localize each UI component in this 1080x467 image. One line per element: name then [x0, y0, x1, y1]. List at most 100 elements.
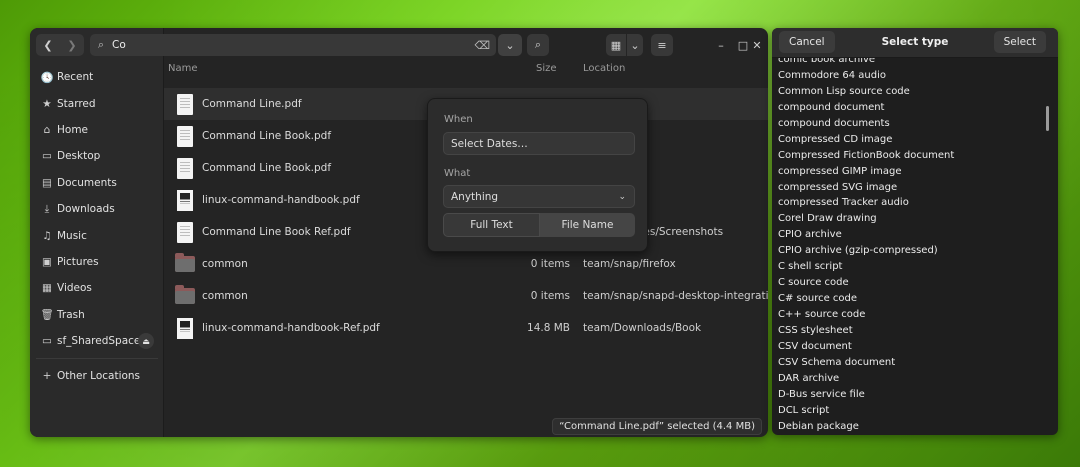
sidebar-item-label: Trash — [57, 308, 85, 321]
headerbar: ❮ ❯ ⌕ ⌫ ⌄ ⌕ ▦ ⌄ ≡ – □ ✕ — [30, 28, 768, 62]
chevron-right-icon: ❯ — [67, 38, 77, 52]
what-dropdown[interactable]: Anything ⌄ — [443, 185, 635, 208]
sidebar-item-starred[interactable]: ★ Starred — [30, 90, 164, 116]
list-item[interactable]: Compressed CD image — [772, 132, 1058, 148]
select-button[interactable]: Select — [993, 31, 1046, 53]
list-item[interactable]: DAR archive — [772, 371, 1058, 387]
star-icon: ★ — [42, 97, 52, 110]
clock-icon: 🕓 — [40, 71, 54, 84]
desktop-icon: ▭ — [42, 150, 52, 163]
list-item[interactable]: compressed Tracker audio — [772, 195, 1058, 211]
clear-search-icon[interactable]: ⌫ — [474, 39, 490, 52]
sidebar-item-documents[interactable]: ▤ Documents — [30, 170, 164, 196]
grid-view-button[interactable]: ▦ — [606, 34, 626, 56]
search-box: ⌕ ⌫ — [90, 34, 496, 56]
sidebar-item-label: sf_SharedSpace — [57, 335, 141, 348]
sidebar-list: 🕓 Recent ★ Starred ⌂ Home ▭ Desktop ▤ Documents ⤓ D… — [30, 64, 164, 390]
sidebar-item-label: Pictures — [57, 255, 99, 268]
list-item[interactable]: CSV document — [772, 339, 1058, 355]
home-icon: ⌂ — [43, 123, 51, 136]
view-options-button[interactable]: ⌄ — [627, 34, 643, 56]
search-toggle-button[interactable]: ⌕ — [527, 34, 549, 56]
file-name-toggle[interactable]: File Name — [540, 213, 635, 237]
list-item[interactable]: compressed GIMP image — [772, 164, 1058, 180]
sidebar-item-label: Documents — [57, 176, 117, 189]
table-row[interactable]: linux-command-handbook-Ref.pdf 14.8 MB tea… — [164, 312, 768, 344]
search-filter-popover: When Select Dates… What Anything ⌄ Full … — [427, 98, 648, 252]
table-row[interactable]: common 0 items team/snap/snapd-desktop-int… — [164, 280, 768, 312]
chevron-down-icon: ⌄ — [630, 38, 640, 52]
file-name: common — [202, 290, 248, 302]
sidebar: 🕓 Recent ★ Starred ⌂ Home ▭ Desktop ▤ Documents ⤓ D… — [30, 28, 164, 437]
sidebar-item-label: Music — [57, 229, 87, 242]
list-item[interactable]: C shell script — [772, 259, 1058, 275]
file-name: common — [202, 258, 248, 270]
search-filter-button[interactable]: ⌄ — [498, 34, 522, 56]
list-item[interactable]: C# source code — [772, 291, 1058, 307]
list-item[interactable]: Compressed FictionBook document — [772, 148, 1058, 164]
scrollbar[interactable] — [1046, 106, 1049, 131]
sidebar-item-label: Desktop — [57, 150, 101, 163]
file-name: Command Line Book.pdf — [202, 130, 332, 142]
sidebar-item-trash[interactable]: 🗑 Trash — [30, 302, 164, 328]
list-item[interactable]: compressed SVG image — [772, 180, 1058, 196]
column-header-size[interactable]: Size — [536, 63, 557, 77]
folder-icon — [175, 253, 195, 272]
pdf-file-icon — [177, 157, 193, 179]
column-header-location[interactable]: Location — [583, 63, 625, 77]
sidebar-separator — [36, 358, 158, 360]
back-button[interactable]: ❮ — [36, 34, 60, 56]
list-item[interactable]: C++ source code — [772, 307, 1058, 323]
menu-button[interactable]: ≡ — [651, 34, 673, 56]
search-input[interactable] — [112, 39, 462, 51]
sidebar-item-music[interactable]: ♫ Music — [30, 222, 164, 248]
maximize-icon: □ — [737, 38, 749, 52]
chevron-down-icon: ⌄ — [505, 38, 515, 52]
search-mode-toggle: Full Text File Name — [443, 213, 635, 237]
sidebar-item-desktop[interactable]: ▭ Desktop — [30, 143, 164, 169]
sidebar-item-videos[interactable]: ▦ Videos — [30, 275, 164, 301]
column-header-name[interactable]: Name — [168, 63, 198, 77]
list-item[interactable]: DCL script — [772, 403, 1058, 419]
close-button[interactable]: ✕ — [748, 34, 766, 56]
pdf-file-icon — [177, 125, 193, 147]
document-icon: ▤ — [42, 176, 52, 189]
list-item[interactable]: Commodore 64 audio — [772, 68, 1058, 84]
forward-button[interactable]: ❯ — [60, 34, 84, 56]
sidebar-item-label: Starred — [57, 97, 96, 110]
sidebar-item-recent[interactable]: 🕓 Recent — [30, 64, 164, 90]
list-item[interactable]: compound document — [772, 100, 1058, 116]
full-text-toggle[interactable]: Full Text — [443, 213, 540, 237]
list-item[interactable]: Corel Draw drawing — [772, 211, 1058, 227]
plus-icon: + — [42, 370, 52, 383]
select-type-dialog: comic book archive Commodore 64 audio Comm… — [772, 28, 1058, 435]
eject-icon[interactable]: ⏏ — [138, 333, 154, 350]
what-dropdown-value: Anything — [451, 190, 499, 203]
chevron-down-icon: ⌄ — [618, 191, 626, 202]
file-size: 0 items — [530, 290, 570, 302]
sidebar-item-label: Videos — [57, 282, 92, 295]
list-item[interactable]: CPIO archive — [772, 227, 1058, 243]
sidebar-item-pictures[interactable]: ▣ Pictures — [30, 249, 164, 275]
sidebar-item-label: Home — [57, 123, 89, 136]
list-item[interactable]: Common Lisp source code — [772, 84, 1058, 100]
sidebar-item-downloads[interactable]: ⤓ Downloads — [30, 196, 164, 222]
list-item[interactable]: C source code — [772, 275, 1058, 291]
list-item[interactable]: CPIO archive (gzip-compressed) — [772, 243, 1058, 259]
select-dates-button[interactable]: Select Dates… — [443, 132, 635, 155]
list-item[interactable]: CSS stylesheet — [772, 323, 1058, 339]
table-row[interactable]: common 0 items team/snap/firefox — [164, 248, 768, 280]
sidebar-item-sf-sharedspace[interactable]: ▭ sf_SharedSpace ⏏ — [30, 328, 164, 354]
when-label: When — [444, 114, 473, 125]
sidebar-item-home[interactable]: ⌂ Home — [30, 117, 164, 143]
sidebar-item-label: Downloads — [57, 203, 115, 216]
status-bar: “Command Line.pdf” selected (4.4 MB) — [552, 418, 762, 435]
file-name: Command Line Book Ref.pdf — [202, 226, 351, 238]
sidebar-item-other-locations[interactable]: + Other Locations — [30, 363, 164, 389]
videos-icon: ▦ — [42, 282, 52, 295]
minimize-button[interactable]: – — [712, 34, 730, 56]
list-item[interactable]: CSV Schema document — [772, 355, 1058, 371]
list-item[interactable]: compound documents — [772, 116, 1058, 132]
list-item[interactable]: D-Bus service file — [772, 387, 1058, 403]
list-item[interactable]: Debian package — [772, 419, 1058, 435]
